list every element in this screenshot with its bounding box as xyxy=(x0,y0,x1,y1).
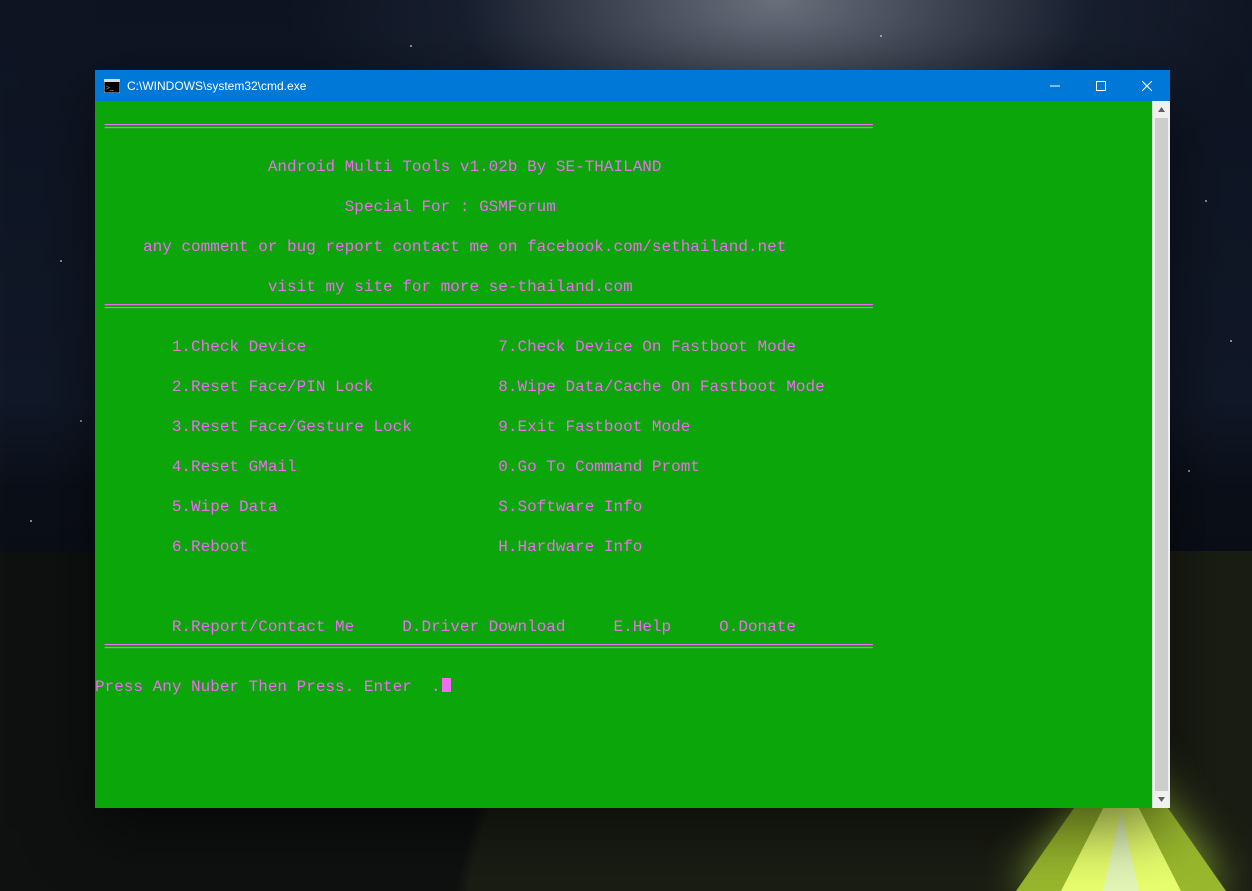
divider: ════════════════════════════════════════… xyxy=(95,118,873,136)
divider: ════════════════════════════════════════… xyxy=(95,638,873,656)
desktop-background: >_ C:\WINDOWS\system32\cmd.exe ═════════… xyxy=(0,0,1252,891)
client-area: ════════════════════════════════════════… xyxy=(95,101,1170,808)
cmd-icon: >_ xyxy=(104,79,120,93)
svg-text:>_: >_ xyxy=(106,84,114,92)
menu-item-r: R.Report/Contact Me xyxy=(172,618,354,636)
menu-item-4: 4.Reset GMail xyxy=(172,458,297,476)
header-title: Android Multi Tools v1.02b By SE-THAILAN… xyxy=(268,158,662,176)
cmd-window: >_ C:\WINDOWS\system32\cmd.exe ═════════… xyxy=(95,70,1170,808)
maximize-button[interactable] xyxy=(1078,70,1124,101)
close-button[interactable] xyxy=(1124,70,1170,101)
titlebar[interactable]: >_ C:\WINDOWS\system32\cmd.exe xyxy=(95,70,1170,101)
text-cursor xyxy=(442,678,451,692)
console-output[interactable]: ════════════════════════════════════════… xyxy=(95,117,1152,792)
header-subtitle: Special For : GSMForum xyxy=(345,198,556,216)
scroll-up-arrow-icon[interactable] xyxy=(1153,101,1170,118)
vertical-scrollbar[interactable] xyxy=(1152,101,1170,808)
prompt-text: Press Any Nuber Then Press. Enter . xyxy=(95,678,441,696)
menu-item-e: E.Help xyxy=(614,618,672,636)
menu-item-2: 2.Reset Face/PIN Lock xyxy=(172,378,374,396)
menu-item-0: 0.Go To Command Promt xyxy=(498,458,700,476)
menu-item-8: 8.Wipe Data/Cache On Fastboot Mode xyxy=(498,378,824,396)
menu-item-s: S.Software Info xyxy=(498,498,642,516)
header-site: visit my site for more se-thailand.com xyxy=(268,278,633,296)
menu-item-o: O.Donate xyxy=(719,618,796,636)
minimize-button[interactable] xyxy=(1032,70,1078,101)
menu-item-9: 9.Exit Fastboot Mode xyxy=(498,418,690,436)
menu-item-d: D.Driver Download xyxy=(402,618,565,636)
window-title: C:\WINDOWS\system32\cmd.exe xyxy=(127,79,306,93)
menu-item-7: 7.Check Device On Fastboot Mode xyxy=(498,338,796,356)
divider: ════════════════════════════════════════… xyxy=(95,298,873,316)
menu-item-3: 3.Reset Face/Gesture Lock xyxy=(172,418,412,436)
menu-item-1: 1.Check Device xyxy=(172,338,306,356)
menu-item-h: H.Hardware Info xyxy=(498,538,642,556)
scrollbar-thumb[interactable] xyxy=(1155,118,1168,791)
menu-item-5: 5.Wipe Data xyxy=(172,498,278,516)
header-contact: any comment or bug report contact me on … xyxy=(143,238,786,256)
scroll-down-arrow-icon[interactable] xyxy=(1153,791,1170,808)
window-controls xyxy=(1032,70,1170,101)
menu-item-6: 6.Reboot xyxy=(172,538,249,556)
